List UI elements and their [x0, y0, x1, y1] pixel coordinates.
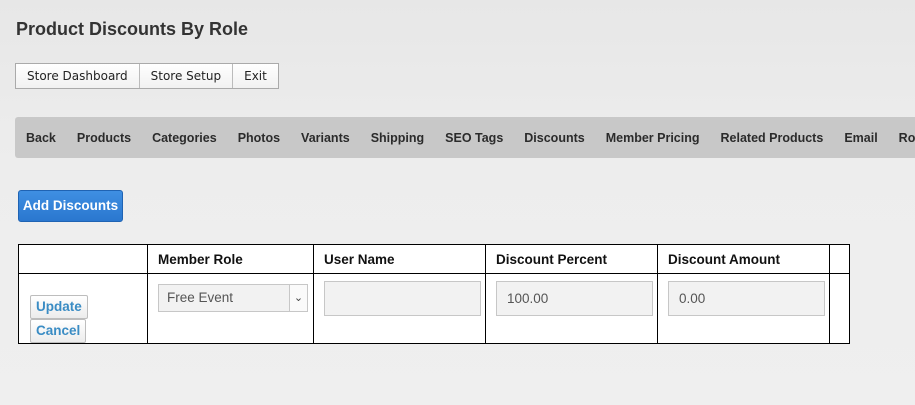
update-button[interactable]: Update	[30, 295, 88, 319]
row-spacer-cell	[829, 273, 850, 344]
table-row: Update Cancel Free Event ⌄ 100.00 0.00	[18, 273, 850, 344]
member-role-select[interactable]: Free Event ⌄	[158, 284, 308, 312]
row-actions-cell: Update Cancel	[18, 273, 148, 344]
nav-back[interactable]: Back	[26, 131, 56, 145]
discounts-table: Member Role User Name Discount Percent D…	[18, 244, 850, 344]
nav-related-products[interactable]: Related Products	[721, 131, 824, 145]
header-discount-percent: Discount Percent	[485, 244, 658, 274]
header-member-role: Member Role	[147, 244, 314, 274]
discount-percent-input[interactable]: 100.00	[496, 281, 653, 316]
nav-roles[interactable]: Roles	[899, 131, 915, 145]
product-nav-bar: Back Products Categories Photos Variants…	[15, 117, 915, 158]
nav-discounts[interactable]: Discounts	[524, 131, 584, 145]
user-name-input[interactable]	[324, 281, 481, 316]
nav-categories[interactable]: Categories	[152, 131, 217, 145]
header-spacer	[829, 244, 850, 274]
nav-member-pricing[interactable]: Member Pricing	[606, 131, 700, 145]
discount-amount-cell: 0.00	[657, 273, 830, 344]
cancel-button[interactable]: Cancel	[30, 319, 87, 343]
header-actions	[18, 244, 148, 274]
member-role-cell: Free Event ⌄	[147, 273, 314, 344]
nav-variants[interactable]: Variants	[301, 131, 350, 145]
store-dashboard-button[interactable]: Store Dashboard	[16, 64, 140, 88]
nav-photos[interactable]: Photos	[238, 131, 280, 145]
nav-seo-tags[interactable]: SEO Tags	[445, 131, 503, 145]
table-header-row: Member Role User Name Discount Percent D…	[18, 244, 850, 274]
nav-email[interactable]: Email	[844, 131, 877, 145]
add-discounts-button[interactable]: Add Discounts	[18, 190, 123, 222]
exit-button[interactable]: Exit	[233, 64, 278, 88]
header-user-name: User Name	[313, 244, 486, 274]
nav-products[interactable]: Products	[77, 131, 131, 145]
chevron-down-icon[interactable]: ⌄	[289, 285, 307, 311]
member-role-value: Free Event	[167, 290, 234, 305]
nav-shipping[interactable]: Shipping	[371, 131, 424, 145]
toolbar-button-group: Store Dashboard Store Setup Exit	[15, 63, 279, 89]
store-setup-button[interactable]: Store Setup	[139, 64, 234, 88]
discount-percent-cell: 100.00	[485, 273, 658, 344]
user-name-cell	[313, 273, 486, 344]
page-title: Product Discounts By Role	[16, 19, 249, 39]
header-discount-amount: Discount Amount	[657, 244, 830, 274]
discount-amount-input[interactable]: 0.00	[668, 281, 825, 316]
